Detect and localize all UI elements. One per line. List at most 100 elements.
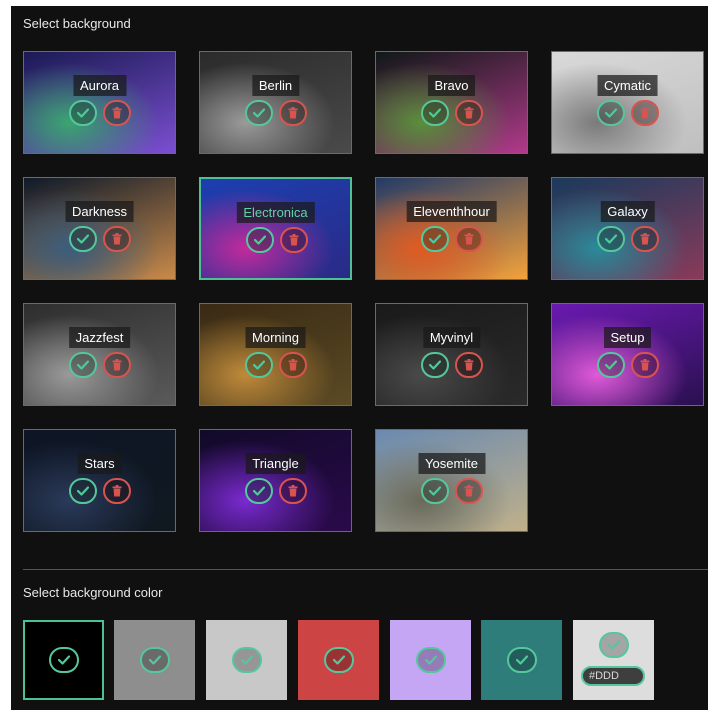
select-background-button[interactable]: [246, 227, 274, 253]
select-color-button[interactable]: [48, 647, 79, 673]
delete-background-button[interactable]: [280, 227, 308, 253]
background-tile-electronica[interactable]: Electronica: [199, 177, 352, 280]
select-background-color-heading: Select background color: [23, 585, 163, 600]
trash-icon: [288, 485, 298, 497]
tile-name-label: Bravo: [427, 75, 476, 96]
select-background-button[interactable]: [421, 478, 449, 504]
tile-name-label: Cymatic: [597, 75, 658, 96]
trash-icon: [112, 359, 122, 371]
tile-name-label: Electronica: [236, 202, 315, 223]
tile-name-label: Galaxy: [600, 201, 655, 222]
delete-background-button[interactable]: [455, 478, 483, 504]
select-background-button[interactable]: [597, 226, 625, 252]
tile-name-label: Berlin: [251, 75, 300, 96]
select-color-button[interactable]: [231, 647, 262, 673]
delete-background-button[interactable]: [455, 352, 483, 378]
check-icon: [605, 234, 617, 244]
background-tile-berlin[interactable]: Berlin: [199, 51, 352, 154]
select-color-button[interactable]: [323, 647, 354, 673]
delete-background-button[interactable]: [103, 226, 131, 252]
background-tile-triangle[interactable]: Triangle: [199, 429, 352, 532]
select-custom-color-button[interactable]: [599, 632, 629, 658]
select-background-button[interactable]: [69, 226, 97, 252]
custom-color-swatch: [573, 620, 654, 700]
color-swatch[interactable]: [390, 620, 471, 700]
trash-icon: [112, 485, 122, 497]
check-icon: [424, 655, 437, 665]
background-tile-yosemite[interactable]: Yosemite: [375, 429, 528, 532]
background-tile-myvinyl[interactable]: Myvinyl: [375, 303, 528, 406]
background-tile-aurora[interactable]: Aurora: [23, 51, 176, 154]
trash-icon: [640, 359, 650, 371]
tile-name-label: Triangle: [245, 453, 306, 474]
color-swatch[interactable]: [481, 620, 562, 700]
check-icon: [77, 108, 89, 118]
check-icon: [608, 640, 620, 650]
section-divider: [23, 569, 708, 570]
background-tile-darkness[interactable]: Darkness: [23, 177, 176, 280]
select-color-button[interactable]: [415, 647, 446, 673]
trash-icon: [640, 107, 650, 119]
delete-background-button[interactable]: [631, 100, 659, 126]
check-icon: [332, 655, 345, 665]
check-icon: [240, 655, 253, 665]
check-icon: [254, 235, 266, 245]
select-background-button[interactable]: [421, 226, 449, 252]
check-icon: [429, 108, 441, 118]
trash-icon: [464, 233, 474, 245]
select-background-button[interactable]: [597, 100, 625, 126]
tile-name-label: Eleventhhour: [406, 201, 497, 222]
check-icon: [429, 486, 441, 496]
select-color-button[interactable]: [139, 647, 170, 673]
trash-icon: [640, 233, 650, 245]
background-tile-jazzfest[interactable]: Jazzfest: [23, 303, 176, 406]
select-background-button[interactable]: [421, 352, 449, 378]
delete-background-button[interactable]: [455, 100, 483, 126]
check-icon: [77, 234, 89, 244]
delete-background-button[interactable]: [103, 352, 131, 378]
select-background-button[interactable]: [69, 478, 97, 504]
select-background-button[interactable]: [245, 352, 273, 378]
custom-color-input[interactable]: [581, 666, 645, 686]
trash-icon: [288, 359, 298, 371]
delete-background-button[interactable]: [455, 226, 483, 252]
delete-background-button[interactable]: [631, 352, 659, 378]
select-background-button[interactable]: [245, 100, 273, 126]
background-tile-galaxy[interactable]: Galaxy: [551, 177, 704, 280]
check-icon: [253, 360, 265, 370]
trash-icon: [289, 234, 299, 246]
background-tile-cymatic[interactable]: Cymatic: [551, 51, 704, 154]
background-tile-bravo[interactable]: Bravo: [375, 51, 528, 154]
delete-background-button[interactable]: [103, 100, 131, 126]
trash-icon: [464, 107, 474, 119]
color-swatch[interactable]: [23, 620, 104, 700]
background-tile-morning[interactable]: Morning: [199, 303, 352, 406]
select-background-button[interactable]: [245, 478, 273, 504]
background-tile-eleventhhour[interactable]: Eleventhhour: [375, 177, 528, 280]
select-color-button[interactable]: [506, 647, 537, 673]
delete-background-button[interactable]: [631, 226, 659, 252]
color-swatch[interactable]: [298, 620, 379, 700]
select-background-button[interactable]: [421, 100, 449, 126]
select-background-button[interactable]: [69, 100, 97, 126]
tile-name-label: Myvinyl: [422, 327, 481, 348]
select-background-heading: Select background: [23, 16, 131, 31]
select-background-button[interactable]: [69, 352, 97, 378]
background-settings-panel: Select background Aurora Berlin Bravo Cymat…: [11, 6, 708, 710]
check-icon: [605, 360, 617, 370]
tile-name-label: Jazzfest: [68, 327, 131, 348]
trash-icon: [112, 233, 122, 245]
color-swatch[interactable]: [206, 620, 287, 700]
check-icon: [253, 486, 265, 496]
delete-background-button[interactable]: [279, 100, 307, 126]
color-swatch[interactable]: [114, 620, 195, 700]
trash-icon: [112, 107, 122, 119]
select-background-button[interactable]: [597, 352, 625, 378]
delete-background-button[interactable]: [279, 352, 307, 378]
trash-icon: [464, 359, 474, 371]
check-icon: [515, 655, 528, 665]
delete-background-button[interactable]: [279, 478, 307, 504]
background-tile-stars[interactable]: Stars: [23, 429, 176, 532]
background-tile-setup[interactable]: Setup: [551, 303, 704, 406]
delete-background-button[interactable]: [103, 478, 131, 504]
